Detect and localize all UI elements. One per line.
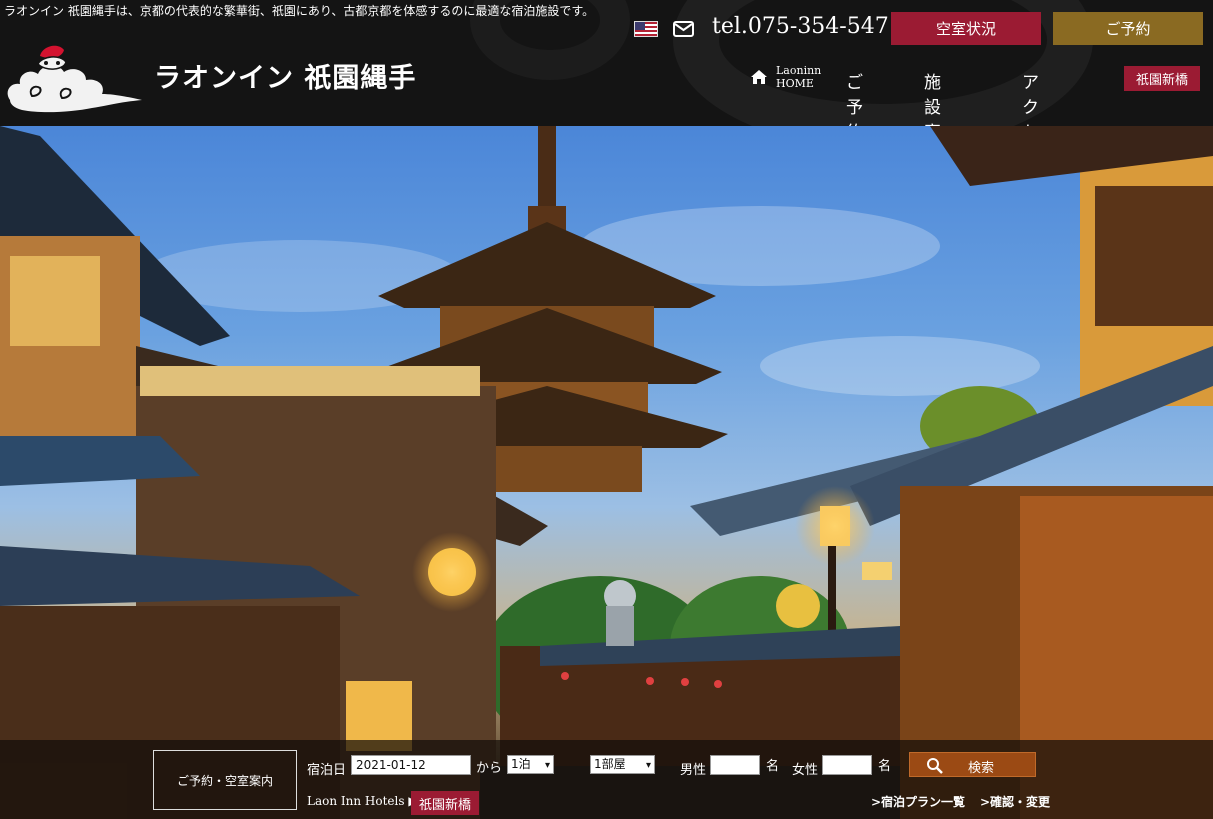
home-icon — [751, 70, 767, 84]
search-button[interactable]: 検索 — [909, 752, 1036, 777]
rooms-select-value: 1部屋 — [594, 757, 626, 771]
nav-home-label: Laoninn HOME — [776, 64, 822, 90]
nights-select-value: 1泊 — [511, 757, 531, 771]
nav-item-access[interactable]: アクセス — [1022, 68, 1039, 126]
chevron-down-icon: ▾ — [645, 760, 651, 771]
phone-number[interactable]: tel.075-354-5471 — [712, 14, 903, 39]
reserve-button[interactable]: ご予約 — [1053, 12, 1203, 45]
us-flag-icon[interactable] — [634, 21, 658, 37]
confirm-change-link[interactable]: >確認・変更 — [980, 793, 1050, 810]
checkin-date-label: 宿泊日 — [307, 763, 347, 778]
rooms-select[interactable]: 1部屋 ▾ — [590, 755, 655, 774]
hotels-badge-gion-shinbashi[interactable]: 祇園新橋 — [411, 791, 479, 815]
booking-title: ご予約・空室案内 — [153, 750, 297, 810]
site-name[interactable]: ラオンイン 祇園縄手 — [154, 56, 416, 95]
nav-badge-gion-shinbashi[interactable]: 祇園新橋 — [1124, 66, 1200, 91]
male-count-input[interactable] — [710, 755, 760, 775]
female-unit: 名 — [878, 759, 892, 774]
search-icon — [927, 758, 943, 774]
search-button-label: 検索 — [968, 761, 995, 776]
site-tagline: ラオンイン 祇園縄手は、京都の代表的な繁華街、祇園にあり、古都京都を体感するのに… — [4, 4, 595, 18]
from-label: から — [476, 761, 503, 776]
laon-inn-hotels-link[interactable]: Laon Inn Hotels ▶ — [307, 794, 418, 808]
booking-bar: ご予約・空室案内 宿泊日 2021-01-12 から 1泊 ▾ 1部屋 ▾ 男性… — [0, 740, 1213, 819]
checkin-date-input[interactable]: 2021-01-12 — [351, 755, 471, 775]
nav-item-reserve[interactable]: ご予約 — [846, 68, 863, 126]
nights-select[interactable]: 1泊 ▾ — [507, 755, 554, 774]
mail-icon[interactable] — [673, 20, 694, 38]
nav-home[interactable]: Laoninn HOME — [750, 64, 822, 94]
logo-lion-cloud[interactable] — [2, 38, 148, 114]
plan-list-link[interactable]: >宿泊プラン一覧 — [871, 793, 965, 810]
female-count-input[interactable] — [822, 755, 872, 775]
male-unit: 名 — [766, 759, 780, 774]
female-label: 女性 — [792, 763, 819, 778]
chevron-down-icon: ▾ — [544, 760, 550, 771]
hero-image-kyoto-pagoda — [0, 126, 1213, 819]
male-label: 男性 — [680, 763, 707, 778]
vacancy-button[interactable]: 空室状況 — [891, 12, 1041, 45]
nav-item-facility[interactable]: 施設案内 — [924, 68, 941, 126]
site-header: ラオンイン 祇園縄手は、京都の代表的な繁華街、祇園にあり、古都京都を体感するのに… — [0, 0, 1213, 126]
